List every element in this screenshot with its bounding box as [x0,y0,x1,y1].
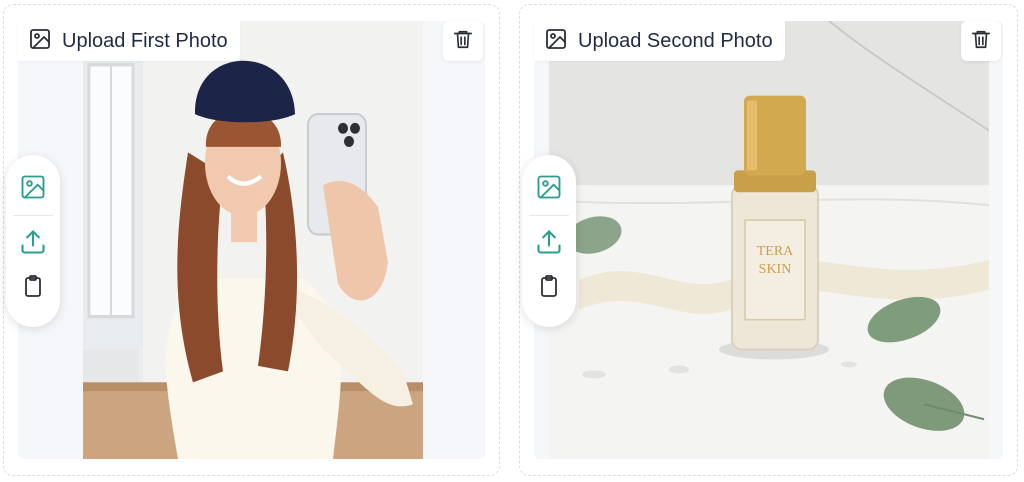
delete-second-photo-button[interactable] [961,21,1001,61]
second-photo-frame: TERA SKIN [534,21,1003,459]
second-photo-label[interactable]: Upload Second Photo [534,21,785,61]
second-photo-toolbar [522,155,576,327]
clipboard-icon [21,274,45,303]
image-icon [544,27,568,56]
upload-icon [535,228,563,261]
delete-first-photo-button[interactable] [443,21,483,61]
toolbar-divider [529,215,569,216]
upload-file-button[interactable] [529,224,569,264]
paste-button[interactable] [529,268,569,308]
upload-file-button[interactable] [13,224,53,264]
trash-icon [970,28,992,55]
image-icon [28,27,52,56]
upload-icon [19,228,47,261]
first-photo-preview [83,21,423,459]
image-icon [19,173,47,206]
first-photo-toolbar [6,155,60,327]
second-photo-preview: TERA SKIN [549,21,989,459]
product-brand-line2: SKIN [759,262,792,277]
toolbar-divider [13,215,53,216]
first-photo-label[interactable]: Upload First Photo [18,21,240,61]
choose-from-gallery-button[interactable] [529,169,569,209]
first-photo-frame [18,21,485,459]
paste-button[interactable] [13,268,53,308]
selfie-image [83,21,423,459]
choose-from-gallery-button[interactable] [13,169,53,209]
clipboard-icon [537,274,561,303]
first-photo-label-text: Upload First Photo [62,29,228,52]
product-image: TERA SKIN [549,21,989,459]
second-photo-label-text: Upload Second Photo [578,29,773,52]
first-photo-card: Upload First Photo [3,4,500,476]
second-photo-card: TERA SKIN Upload Second Photo [519,4,1018,476]
image-icon [535,173,563,206]
product-brand-line1: TERA [757,244,794,259]
trash-icon [452,28,474,55]
